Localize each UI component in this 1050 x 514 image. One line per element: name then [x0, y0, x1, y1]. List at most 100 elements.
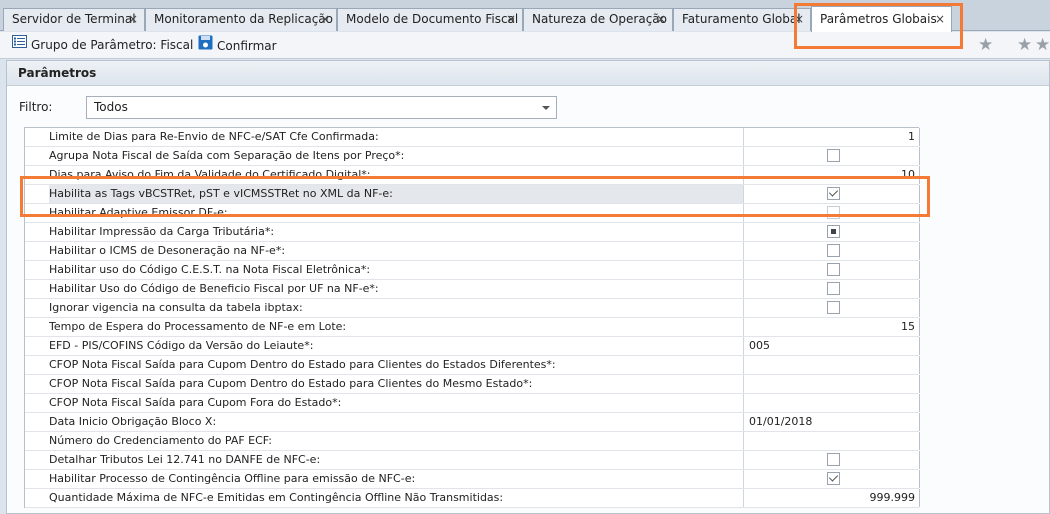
list-icon	[12, 35, 27, 54]
table-row[interactable]: Quantidade Máxima de NFC-e Emitidas em C…	[25, 489, 920, 508]
table-row[interactable]: Habilita as Tags vBCSTRet, pST e vICMSST…	[25, 185, 920, 204]
table-row[interactable]: Habilitar uso do Código C.E.S.T. na Nota…	[25, 261, 920, 280]
parameter-value[interactable]	[745, 299, 920, 317]
table-row[interactable]: CFOP Nota Fiscal Saída para Cupom Dentro…	[25, 375, 920, 394]
parameter-checkbox[interactable]	[827, 187, 840, 200]
table-row[interactable]: CFOP Nota Fiscal Saída para Cupom Dentro…	[25, 356, 920, 375]
table-row[interactable]: Ignorar vigencia na consulta da tabela i…	[25, 299, 920, 318]
parameters-grid: Limite de Dias para Re-Envio de NFC-e/SA…	[24, 127, 920, 508]
close-icon[interactable]: ×	[935, 7, 945, 31]
close-icon[interactable]: ×	[794, 9, 804, 30]
star-icon[interactable]: ★	[1017, 35, 1032, 55]
parameter-name: Habilitar uso do Código C.E.S.T. na Nota…	[49, 261, 744, 279]
parameter-value[interactable]	[745, 356, 920, 374]
parameter-value[interactable]	[745, 147, 920, 165]
parameter-checkbox[interactable]	[827, 206, 840, 219]
parameter-value[interactable]	[745, 375, 920, 393]
parameter-value[interactable]	[745, 280, 920, 298]
table-row[interactable]: Habilitar Impressão da Carga Tributária*…	[25, 223, 920, 242]
filter-select[interactable]: Todos	[86, 96, 557, 119]
parameter-checkbox[interactable]	[827, 263, 840, 276]
parameter-name: Ignorar vigencia na consulta da tabela i…	[49, 299, 744, 317]
tab-monitoramento-da-replicacao[interactable]: Monitoramento da Replicação ×	[145, 8, 337, 31]
toolbar: Grupo de Parâmetro: Fiscal Confirmar ★ ★…	[0, 32, 1050, 59]
table-row[interactable]: CFOP Nota Fiscal Saída para Cupom Fora d…	[25, 394, 920, 413]
parameter-name: Habilitar o ICMS de Desoneração na NF-e*…	[49, 242, 744, 260]
tab-label: Faturamento Global	[682, 12, 801, 26]
chevron-down-icon[interactable]	[542, 106, 550, 110]
parameter-checkbox[interactable]	[827, 149, 840, 162]
table-row[interactable]: Detalhar Tributos Lei 12.741 no DANFE de…	[25, 451, 920, 470]
parameter-name: Habilita as Tags vBCSTRet, pST e vICMSST…	[49, 185, 744, 203]
table-row[interactable]: Dias para Aviso do Fim da Validade do Ce…	[25, 166, 920, 185]
table-row[interactable]: Limite de Dias para Re-Envio de NFC-e/SA…	[25, 128, 920, 147]
parameter-name: Detalhar Tributos Lei 12.741 no DANFE de…	[49, 451, 744, 469]
parameter-value[interactable]	[745, 432, 920, 450]
parameter-value[interactable]	[745, 451, 920, 469]
parameter-name: Habilitar Uso do Código de Beneficio Fis…	[49, 280, 744, 298]
parameter-name: Agrupa Nota Fiscal de Saída com Separaçã…	[49, 147, 744, 165]
parameter-name: Tempo de Espera do Processamento de NF-e…	[49, 318, 744, 336]
parameter-checkbox[interactable]	[827, 225, 840, 238]
parameter-checkbox[interactable]	[827, 453, 840, 466]
tab-natureza-de-operacao[interactable]: Natureza de Operação ×	[523, 8, 673, 31]
table-row[interactable]: Tempo de Espera do Processamento de NF-e…	[25, 318, 920, 337]
parameter-value[interactable]: 1	[745, 128, 920, 146]
parameter-value[interactable]	[745, 470, 920, 488]
parameter-checkbox[interactable]	[827, 282, 840, 295]
parameter-name: Número do Credenciamento do PAF ECF:	[49, 432, 744, 450]
filter-value: Todos	[94, 100, 128, 114]
table-row[interactable]: Habilitar o ICMS de Desoneração na NF-e*…	[25, 242, 920, 261]
star-icon[interactable]: ★	[978, 35, 993, 55]
parameter-checkbox[interactable]	[827, 301, 840, 314]
tab-label: Monitoramento da Replicação	[154, 12, 334, 26]
parameter-name: CFOP Nota Fiscal Saída para Cupom Fora d…	[49, 394, 744, 412]
confirm-label: Confirmar	[217, 39, 277, 53]
parameter-group-button[interactable]: Grupo de Parâmetro: Fiscal	[12, 35, 194, 55]
table-row[interactable]: Data Inicio Obrigação Bloco X: 01/01/2018	[25, 413, 920, 432]
parameter-value[interactable]	[745, 185, 920, 203]
close-icon[interactable]: ×	[656, 9, 666, 30]
parameter-value[interactable]	[745, 394, 920, 412]
parameter-value[interactable]	[745, 204, 920, 222]
tab-faturamento-global[interactable]: Faturamento Global ×	[673, 8, 811, 31]
tab-label: Natureza de Operação	[532, 12, 667, 26]
table-row[interactable]: Agrupa Nota Fiscal de Saída com Separaçã…	[25, 147, 920, 166]
tab-label: Parâmetros Globais	[820, 12, 937, 26]
parameter-name: Limite de Dias para Re-Envio de NFC-e/SA…	[49, 128, 744, 146]
parameter-group-label: Grupo de Parâmetro: Fiscal	[31, 38, 194, 52]
parameter-name: Dias para Aviso do Fim da Validade do Ce…	[49, 166, 744, 184]
parameter-name: Habilitar Impressão da Carga Tributária*…	[49, 223, 744, 241]
parameter-name: EFD - PIS/COFINS Código da Versão do Lei…	[49, 337, 744, 355]
parameter-checkbox[interactable]	[827, 472, 840, 485]
parameters-panel: Parâmetros Filtro: Todos Limite de Dias …	[6, 60, 1050, 514]
table-row[interactable]: Habilitar Uso do Código de Beneficio Fis…	[25, 280, 920, 299]
table-row[interactable]: Habilitar Processo de Contingência Offli…	[25, 470, 920, 489]
close-icon[interactable]: ×	[320, 9, 330, 30]
parameter-name: CFOP Nota Fiscal Saída para Cupom Dentro…	[49, 356, 744, 374]
close-icon[interactable]: ×	[506, 9, 516, 30]
tab-parametros-globais[interactable]: Parâmetros Globais ×	[811, 6, 952, 32]
parameter-value[interactable]	[745, 242, 920, 260]
parameter-value[interactable]: 999.999	[745, 489, 920, 507]
confirm-button[interactable]: Confirmar	[198, 35, 277, 56]
parameter-value[interactable]: 10	[745, 166, 920, 184]
parameter-value[interactable]: 01/01/2018	[745, 413, 920, 431]
parameter-value[interactable]	[745, 223, 920, 241]
tab-modelo-de-documento-fiscal[interactable]: Modelo de Documento Fiscal ×	[337, 8, 523, 31]
close-icon[interactable]: ×	[128, 9, 138, 30]
table-row[interactable]: EFD - PIS/COFINS Código da Versão do Lei…	[25, 337, 920, 356]
tab-bar: Servidor de Terminal × Monitoramento da …	[0, 0, 1050, 32]
parameter-value[interactable]: 005	[745, 337, 920, 355]
save-icon	[198, 35, 213, 56]
tab-servidor-de-terminal[interactable]: Servidor de Terminal ×	[3, 8, 145, 31]
table-row[interactable]: Habilitar Adaptive Emissor DF-e:	[25, 204, 920, 223]
star-icon[interactable]: ★	[1035, 35, 1050, 55]
parameter-checkbox[interactable]	[827, 244, 840, 257]
parameter-value[interactable]: 15	[745, 318, 920, 336]
tab-label: Servidor de Terminal	[12, 12, 136, 26]
table-row[interactable]: Número do Credenciamento do PAF ECF:	[25, 432, 920, 451]
parameter-value[interactable]	[745, 261, 920, 279]
parameter-name: Habilitar Adaptive Emissor DF-e:	[49, 204, 744, 222]
parameter-name: Quantidade Máxima de NFC-e Emitidas em C…	[49, 489, 744, 507]
